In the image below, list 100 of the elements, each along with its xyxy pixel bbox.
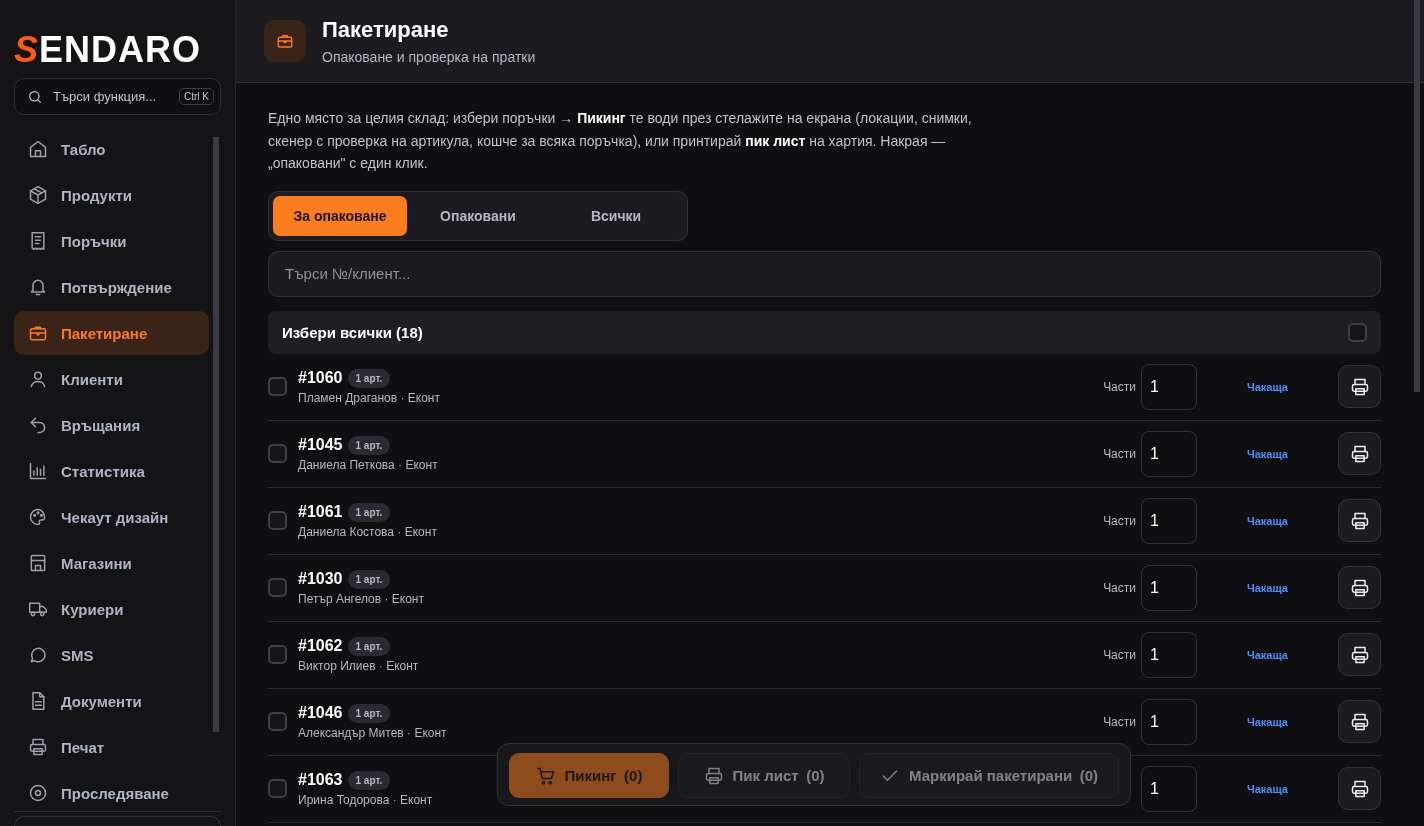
customer-courier: Пламен Драганов · Еконт — [298, 390, 441, 405]
customer-courier: Виктор Илиев · Еконт — [298, 658, 420, 673]
order-status: Чакаща — [1246, 782, 1289, 795]
receipt-icon — [28, 231, 48, 251]
checkbox[interactable] — [268, 511, 287, 530]
scrollbar[interactable] — [1414, 0, 1420, 392]
sidebar-item[interactable]: Пакетиране — [14, 311, 209, 355]
search-input[interactable]: Търси функция... — [51, 88, 171, 105]
customer-courier: Петър Ангелов · Еконт — [298, 591, 425, 606]
intro-text: Едно място за целия склад: избери поръчки → Пикинг те води през стелажите на екрана (локации, снимки, скенер с проверка на артикула, кошче за всяка поръчка), или принтирай пик лист на хартия. Накрая — „опаковани" с един клик. — [268, 109, 973, 173]
parts-label: Части — [1103, 580, 1136, 595]
box-icon — [28, 185, 48, 205]
parts-field[interactable]: 1 — [1141, 497, 1197, 544]
order-number: #1061 — [298, 503, 343, 521]
target-icon — [28, 783, 48, 803]
sidebar-item[interactable]: SMS — [14, 633, 209, 677]
order-number: #1063 — [298, 771, 343, 789]
order-number: #1030 — [298, 570, 343, 588]
sidebar-item[interactable]: Връщания — [14, 403, 209, 447]
print-button[interactable] — [1338, 633, 1381, 676]
home-icon — [28, 139, 48, 159]
customer-courier: Даниела Петкова · Еконт — [298, 457, 439, 472]
tab[interactable]: Опаковани — [411, 195, 545, 236]
parts-label: Части — [1103, 714, 1136, 729]
sidebar-item[interactable]: Магазини — [14, 541, 209, 585]
printer-icon — [28, 737, 48, 757]
print-button[interactable] — [1338, 432, 1381, 475]
sidebar-item[interactable]: Табло — [14, 127, 209, 171]
checkbox[interactable] — [268, 712, 287, 731]
customer-courier: Александър Митев · Еконт — [298, 725, 448, 740]
user-icon — [28, 369, 48, 389]
parts-label: Части — [1103, 446, 1136, 461]
sidebar-item[interactable]: Поръчки — [14, 219, 209, 263]
printer-icon — [1349, 577, 1370, 598]
scrollbar[interactable] — [213, 137, 219, 732]
sidebar-item[interactable]: Клиенти — [14, 357, 209, 401]
search-field[interactable]: Търси №/клиент... — [268, 250, 1381, 297]
printer-icon — [1349, 443, 1370, 464]
printer-icon — [1349, 778, 1370, 799]
page-title: Пакетиране — [322, 17, 450, 43]
item-count-badge: 1 арт. — [347, 569, 391, 589]
sidebar-item[interactable]: Проследяване — [14, 771, 209, 811]
parts-label: Части — [1103, 379, 1136, 394]
item-count-badge: 1 арт. — [347, 435, 391, 455]
undo-icon — [28, 415, 48, 435]
logo: SENDARO — [14, 30, 202, 70]
checkbox[interactable] — [1348, 322, 1367, 342]
sidebar-item[interactable]: Печат — [14, 725, 209, 769]
checkbox[interactable] — [268, 645, 287, 664]
select-all-label: Избери всички (18) — [282, 323, 423, 341]
checkbox[interactable] — [268, 377, 287, 396]
sidebar-item[interactable]: Чекаут дизайн — [14, 495, 209, 539]
parts-label: Части — [1103, 647, 1136, 662]
parts-field[interactable]: 1 — [1141, 765, 1197, 812]
printer-icon — [703, 765, 724, 786]
order-number: #1046 — [298, 704, 343, 722]
truck-icon — [28, 599, 48, 619]
checkbox[interactable] — [268, 444, 287, 463]
parts-field[interactable]: 1 — [1141, 698, 1197, 745]
sidebar-item[interactable]: Статистика — [14, 449, 209, 493]
print-button[interactable] — [1338, 566, 1381, 609]
print-button[interactable] — [1338, 365, 1381, 408]
chat-icon — [28, 645, 48, 665]
sidebar-item[interactable]: Документи — [14, 679, 209, 723]
order-status: Чакаща — [1246, 648, 1289, 661]
item-count-badge: 1 арт. — [347, 368, 391, 388]
order-number: #1045 — [298, 436, 343, 454]
item-count-badge: 1 арт. — [347, 502, 391, 522]
bell-icon — [28, 277, 48, 297]
item-count-badge: 1 арт. — [347, 703, 391, 723]
parts-label: Части — [1103, 513, 1136, 528]
printer-icon — [1349, 510, 1370, 531]
order-status: Чакаща — [1246, 514, 1289, 527]
sidebar-item[interactable]: Куриери — [14, 587, 209, 631]
cart-icon — [535, 765, 556, 786]
parts-field[interactable]: 1 — [1141, 631, 1197, 678]
order-status: Чакаща — [1246, 447, 1289, 460]
print-button[interactable] — [1338, 700, 1381, 743]
parts-field[interactable]: 1 — [1141, 430, 1197, 477]
print-button[interactable] — [1338, 499, 1381, 542]
briefcase-icon — [276, 32, 294, 50]
order-status: Чакаща — [1246, 581, 1289, 594]
checkbox[interactable] — [268, 578, 287, 597]
order-status: Чакаща — [1246, 380, 1289, 393]
parts-field[interactable]: 1 — [1141, 564, 1197, 611]
sidebar-item[interactable]: Продукти — [14, 173, 209, 217]
parts-field[interactable]: 1 — [1141, 363, 1197, 410]
tab[interactable]: За опаковане — [273, 195, 407, 236]
briefcase-icon — [28, 323, 48, 343]
printer-icon — [1349, 644, 1370, 665]
print-button[interactable] — [1338, 767, 1381, 810]
order-number: #1060 — [298, 369, 343, 387]
customer-courier: Даниела Костова · Еконт — [298, 524, 438, 539]
search-bar[interactable]: Търси функция... Ctrl K — [14, 78, 221, 115]
tab[interactable]: Всички — [549, 195, 683, 236]
sidebar-item[interactable]: Потвърждение — [14, 265, 209, 309]
order-number: #1062 — [298, 637, 343, 655]
item-count-badge: 1 арт. — [347, 770, 391, 790]
page-subtitle: Опаковане и проверка на пратки — [322, 49, 536, 65]
checkbox[interactable] — [268, 779, 287, 798]
